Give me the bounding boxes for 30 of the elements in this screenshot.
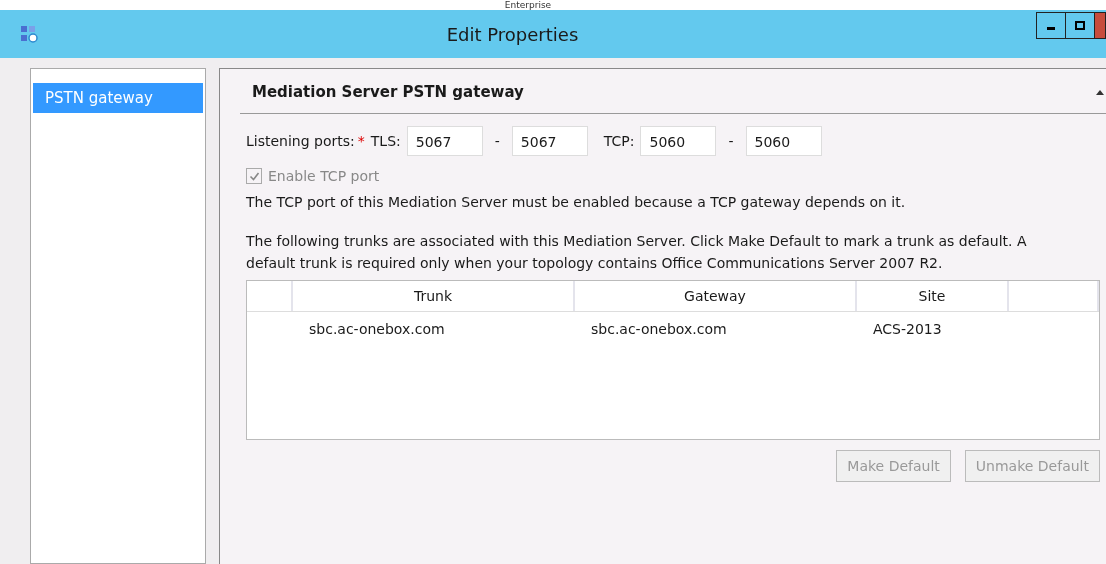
tls-to-field[interactable]: 5067 bbox=[511, 126, 588, 156]
tcp-label: TCP: bbox=[603, 133, 635, 149]
table-cell-text: ACS-2013 bbox=[872, 320, 943, 339]
close-button[interactable] bbox=[1094, 12, 1106, 39]
checkbox-label: Enable TCP port bbox=[268, 168, 380, 184]
minimize-icon bbox=[1047, 27, 1055, 30]
required-mark: * bbox=[357, 133, 365, 149]
tcp-to-field[interactable]: 5060 bbox=[745, 126, 822, 156]
maximize-button[interactable] bbox=[1065, 12, 1095, 39]
app-icon bbox=[20, 25, 38, 43]
table-cell-text: sbc.ac-onebox.com bbox=[308, 320, 446, 339]
minimize-button[interactable] bbox=[1036, 12, 1066, 39]
tls-from-field[interactable]: 5067 bbox=[406, 126, 483, 156]
ports-label: Listening ports: bbox=[246, 133, 355, 149]
column-header[interactable]: Trunk bbox=[293, 281, 575, 311]
collapse-icon[interactable] bbox=[1096, 89, 1104, 95]
tls-label: TLS: bbox=[370, 133, 401, 149]
checkmark-icon bbox=[248, 170, 260, 182]
maximize-icon bbox=[1075, 20, 1085, 31]
column-header[interactable]: Site bbox=[857, 281, 1009, 311]
window-title: Edit Properties bbox=[445, 23, 580, 45]
range-dash: - bbox=[494, 133, 500, 149]
table-cell-text: sbc.ac-onebox.com bbox=[590, 320, 728, 339]
tcp-from-field[interactable]: 5060 bbox=[640, 126, 717, 156]
background-title: Enterprise bbox=[504, 0, 552, 10]
column-header[interactable]: Gateway bbox=[575, 281, 857, 311]
tcp-note: The TCP port of this Mediation Server must be enabled because a TCP gateway depends on it. bbox=[246, 194, 907, 210]
range-dash: - bbox=[728, 133, 734, 149]
section-title: Mediation Server PSTN gateway bbox=[252, 83, 524, 101]
trunks-note: The following trunks are associated with this Mediation Server. Click Make Default to mark a trunk as default. A default trunk is required only when your topology contains Office Communications Server 2007 R2. bbox=[246, 232, 1028, 273]
